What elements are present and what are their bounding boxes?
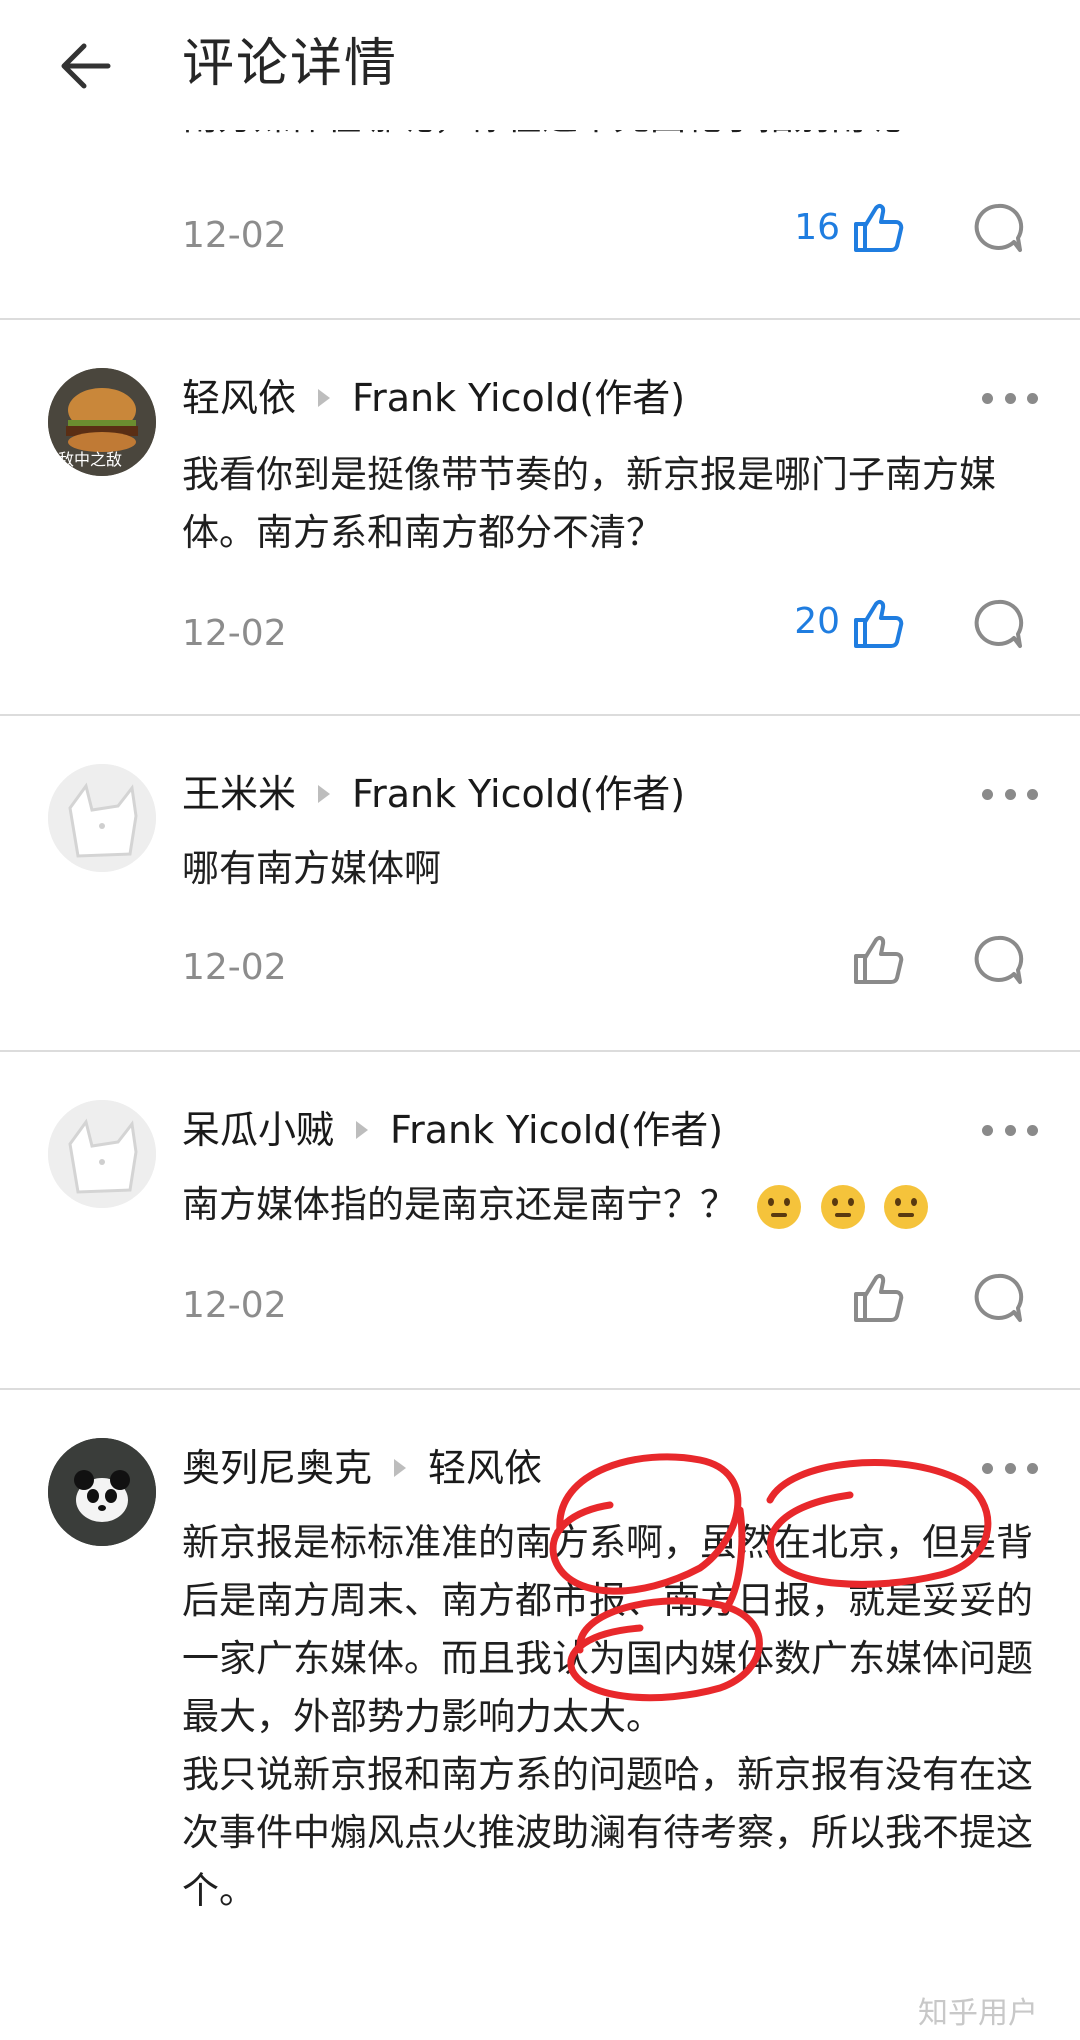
top-bar: 评论详情 xyxy=(0,0,1080,130)
page-title: 评论详情 xyxy=(182,34,399,94)
watermark: 知乎用户 xyxy=(918,1996,1038,2031)
red-annotation-circles xyxy=(549,1453,992,1702)
arrow-left-icon xyxy=(61,43,111,89)
back-button[interactable] xyxy=(50,30,122,102)
